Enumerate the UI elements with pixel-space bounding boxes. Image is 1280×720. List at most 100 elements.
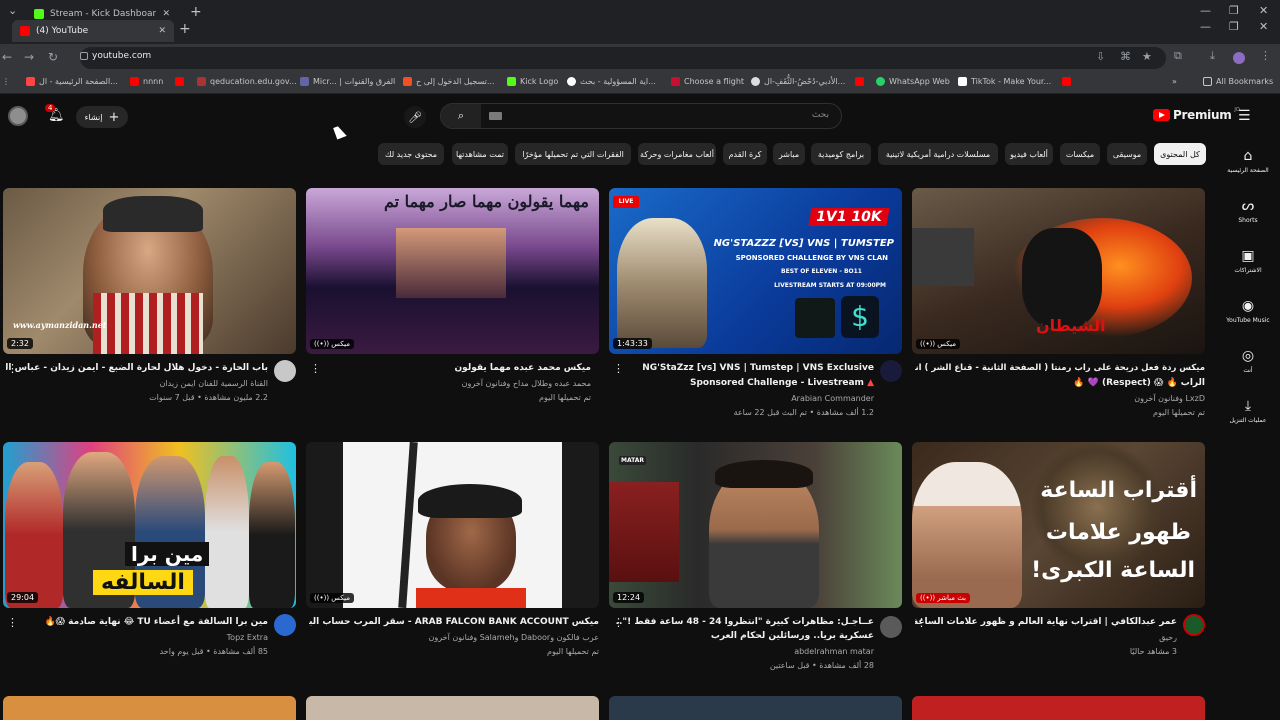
chip-music[interactable]: موسيقى: [1107, 143, 1147, 165]
video-thumbnail-partial[interactable]: [306, 696, 599, 720]
channel-name[interactable]: رحيق: [1159, 631, 1177, 644]
minimize-icon-top[interactable]: —: [1200, 4, 1211, 17]
address-bar[interactable]: youtube.com ⇩ ⌘ ★: [80, 47, 1166, 69]
close-window-icon[interactable]: ✕: [1259, 20, 1268, 33]
install-app-icon[interactable]: ⇩: [1096, 50, 1105, 63]
video-thumbnail-partial[interactable]: [3, 696, 296, 720]
video-thumbnail[interactable]: ((•)) ميكس: [306, 442, 599, 608]
video-title[interactable]: ميكس ردة فعل دريحة على راب رمنتا ( الصفح…: [915, 361, 1205, 375]
apps-icon[interactable]: ⋮: [2, 77, 10, 86]
chip-new-to-you[interactable]: محتوى جديد لك: [378, 143, 444, 165]
video-thumbnail[interactable]: LIVE 1V1 10K NG'STAZZZ [VS] VNS | TUMSTE…: [609, 188, 902, 354]
video-title[interactable]: مين برا السالفة مع أعضاء TU 😂 نهاية صادم…: [6, 615, 268, 629]
video-thumbnail[interactable]: مهما يقولون مهما صار مهما تم ((•)) ميكس: [306, 188, 599, 354]
site-info-icon[interactable]: [80, 52, 88, 60]
channel-name[interactable]: LxzD وفنانون آخرون: [1134, 392, 1205, 405]
bookmark-item[interactable]: nnnn: [130, 77, 163, 86]
bookmark-item[interactable]: تسجيل الدخول إلى ح...: [403, 77, 495, 86]
more-actions-icon[interactable]: ⋮: [916, 616, 927, 629]
channel-name[interactable]: محمد عبده وطلال مداح وفنانون آخرون: [462, 377, 591, 390]
chip-recently-uploaded[interactable]: الفقرات التي تم تحميلها مؤخرًا: [515, 143, 631, 165]
chip-comedy[interactable]: برامج كوميدية: [811, 143, 871, 165]
youtube-premium-logo[interactable]: Premium JO: [1153, 107, 1240, 122]
video-title[interactable]: ميكس محمد عبده مهما يقولون: [329, 361, 592, 375]
maximize-icon[interactable]: ❐: [1229, 20, 1239, 33]
forward-icon[interactable]: →: [24, 50, 34, 64]
video-title[interactable]: عمر عبدالكافي | اقتراب نهاية العالم و ظه…: [915, 615, 1177, 629]
bookmark-item[interactable]: Kick Logo: [507, 77, 558, 86]
sidebar-item-music[interactable]: ◉ YouTube Music: [1216, 298, 1280, 324]
bookmark-item[interactable]: Micr... | الفرق والقنوات: [300, 77, 395, 86]
chip-mixes[interactable]: ميكسات: [1060, 143, 1100, 165]
new-tab-icon-top[interactable]: +: [190, 4, 202, 20]
video-thumbnail[interactable]: www.aymanzidan.net 2:32: [3, 188, 296, 354]
channel-avatar[interactable]: [274, 360, 296, 382]
close-tab-icon[interactable]: ✕: [158, 26, 166, 36]
back-icon[interactable]: ←: [2, 50, 12, 64]
chip-live[interactable]: مباشر: [773, 143, 805, 165]
extensions-icon[interactable]: ⧉: [1174, 49, 1182, 63]
translate-icon[interactable]: ⌘: [1120, 50, 1131, 63]
video-thumbnail[interactable]: MATAR 12:24: [609, 442, 902, 608]
sidebar-item-shorts[interactable]: ᔕ Shorts: [1216, 198, 1280, 224]
video-title-line2[interactable]: الراب 🔥 😱 (Respect) 💜 🔥: [1005, 376, 1205, 390]
channel-name[interactable]: abdelrahman matar: [794, 645, 874, 658]
video-title-line2[interactable]: عسكرية بريا.. ورسائلين لحكام العرب: [612, 629, 874, 643]
youtube-bookmark-icon[interactable]: [175, 77, 184, 86]
search-button[interactable]: ⌕: [441, 104, 481, 128]
chip-all[interactable]: كل المحتوى: [1154, 143, 1206, 165]
profile-avatar-icon[interactable]: [1233, 52, 1245, 64]
restore-icon-top[interactable]: ❐: [1229, 4, 1239, 17]
bookmark-item[interactable]: Choose a flight: [671, 77, 744, 86]
bookmark-item[interactable]: WhatsApp Web: [876, 77, 950, 86]
voice-search-mic-icon[interactable]: 🎤︎: [404, 106, 426, 128]
chip-latin-dramas[interactable]: مسلسلات درامية أمريكية لاتينية: [878, 143, 998, 165]
reload-icon[interactable]: ↻: [48, 50, 58, 64]
more-bookmarks-icon[interactable]: »: [1172, 77, 1177, 86]
bookmark-item[interactable]: TikTok - Make Your...: [958, 77, 1051, 86]
close-icon-top[interactable]: ✕: [1259, 4, 1268, 17]
more-actions-icon[interactable]: ⋮: [7, 362, 18, 375]
video-title[interactable]: ميكس ARAB FALCON BANK ACCOUNT - سقر المر…: [309, 615, 599, 629]
sidebar-item-you[interactable]: ◎ أنت: [1216, 348, 1280, 374]
video-title[interactable]: باب الحارة - دخول هلال لحارة الضبع - ايم…: [6, 361, 268, 375]
more-actions-icon[interactable]: ⋮: [310, 362, 321, 375]
channel-avatar[interactable]: [880, 360, 902, 382]
downloads-icon[interactable]: ⤓: [1210, 49, 1215, 63]
bookmark-item[interactable]: الصفحة الرئيسية - ال...: [26, 77, 118, 86]
channel-name[interactable]: Arabian Commander: [791, 392, 874, 405]
video-thumbnail[interactable]: الشيطان ((•)) ميكس: [912, 188, 1205, 354]
channel-avatar-live[interactable]: [1183, 614, 1205, 636]
bookmark-item[interactable]: qeducation.edu.gov...: [197, 77, 297, 86]
video-thumbnail-partial[interactable]: [609, 696, 902, 720]
channel-name[interactable]: عرب فالكون وDaboor وSalameh وفنانون آخرو…: [429, 631, 600, 644]
all-bookmarks[interactable]: All Bookmarks: [1203, 77, 1273, 86]
video-thumbnail-partial[interactable]: [912, 696, 1205, 720]
create-button[interactable]: إنشاء +: [76, 106, 128, 128]
more-actions-icon[interactable]: ⋮: [613, 616, 624, 629]
chip-video-games[interactable]: ألعاب فيديو: [1005, 143, 1053, 165]
channel-avatar[interactable]: [274, 614, 296, 636]
youtube-bookmark-icon[interactable]: [855, 77, 864, 86]
youtube-bookmark-icon[interactable]: [1062, 77, 1071, 86]
more-actions-icon[interactable]: ⋮: [7, 616, 18, 629]
chrome-menu-icon[interactable]: ⋮: [1260, 49, 1271, 62]
tab-search-icon[interactable]: ⌄: [8, 4, 17, 17]
video-title-line2[interactable]: ▲ Sponsored Challenge - Livestream: [612, 376, 874, 390]
account-avatar[interactable]: [8, 106, 28, 126]
tab-youtube[interactable]: (4) YouTube ✕: [12, 20, 174, 42]
chip-adventure-games[interactable]: ألعاب مغامرات وحركة: [638, 143, 716, 165]
new-tab-icon[interactable]: +: [179, 21, 191, 37]
channel-avatar[interactable]: [880, 616, 902, 638]
video-thumbnail[interactable]: أقتراب الساعة ظهور علامات الساعة الكبرى!…: [912, 442, 1205, 608]
channel-name[interactable]: القناة الرسمية للفنان ايمن زيدان: [160, 377, 268, 390]
video-title[interactable]: NG'StaZzz [vs] VNS | Tumstep | VNS Exclu…: [612, 361, 874, 375]
keyboard-icon[interactable]: [489, 112, 502, 120]
hamburger-menu-icon[interactable]: ☰: [1238, 108, 1251, 124]
sidebar-item-downloads[interactable]: ⤓ عمليات التنزيل: [1216, 398, 1280, 424]
video-title[interactable]: عــاجـل: مظاهرات كبيرة "انتظروا 24 - 48 …: [612, 615, 874, 629]
search-input[interactable]: ⌕ بحث: [440, 103, 842, 129]
sidebar-item-subscriptions[interactable]: ▣ الاشتراكات: [1216, 248, 1280, 274]
chip-watched[interactable]: تمت مشاهدتها: [452, 143, 508, 165]
chip-football[interactable]: كرة القدم: [723, 143, 767, 165]
